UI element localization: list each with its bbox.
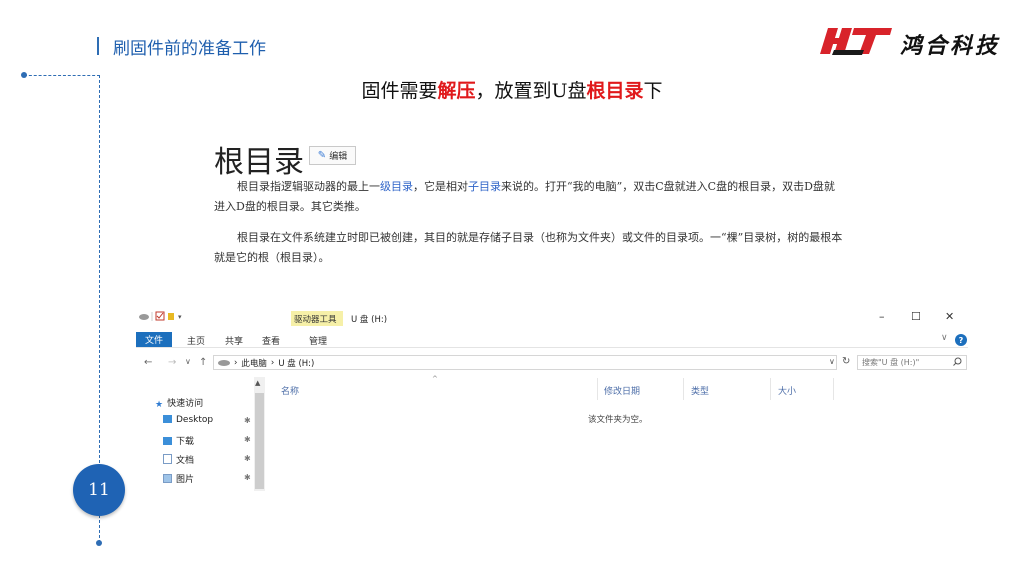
downloads-folder-icon xyxy=(163,437,172,445)
customize-toolbar-glyph: ▾ xyxy=(178,313,184,321)
tab-home[interactable]: 主页 xyxy=(187,334,205,347)
empty-folder-message: 该文件夹为空。 xyxy=(588,415,648,425)
minimize-button[interactable]: – xyxy=(879,310,885,323)
instruction-emphasis-root-dir: 根目录 xyxy=(586,80,644,102)
column-header-modified[interactable]: 修改日期 xyxy=(604,384,640,397)
file-explorer-window: ▾ 驱动器工具 U 盘 (H:) – ☐ ✕ 文件 主页 共享 查看 管理 ∨ … xyxy=(133,303,971,493)
documents-icon xyxy=(163,454,172,464)
quick-access-toolbar[interactable]: ▾ xyxy=(139,311,187,324)
column-separator[interactable] xyxy=(683,378,684,400)
address-separator: › xyxy=(270,357,275,368)
drive-icon xyxy=(218,359,230,366)
nav-label: 文档 xyxy=(176,456,195,466)
search-placeholder: 搜索"U 盘 (H:)" xyxy=(862,358,920,367)
instruction-text: 固件需要解压，放置到U盘根目录下 xyxy=(0,76,1024,103)
column-header-type[interactable]: 类型 xyxy=(691,384,709,397)
tab-share[interactable]: 共享 xyxy=(225,334,243,347)
link-level-directory[interactable]: 级目录 xyxy=(380,180,413,193)
search-icon xyxy=(953,357,962,366)
close-button[interactable]: ✕ xyxy=(945,310,954,323)
column-separator[interactable] xyxy=(833,378,834,400)
desktop-folder-icon xyxy=(163,415,172,423)
column-header-size[interactable]: 大小 xyxy=(778,384,796,397)
nav-pane-scrollbar[interactable]: ▲ xyxy=(254,377,265,491)
tab-view[interactable]: 查看 xyxy=(262,334,280,347)
paragraph-text: 根目录指逻辑驱动器的最上一 xyxy=(237,180,380,193)
edit-button[interactable]: ✎ 编辑 xyxy=(309,146,356,165)
address-separator: › xyxy=(234,357,238,368)
wiki-paragraph-1: 根目录指逻辑驱动器的最上一级目录，它是相对子目录来说的。打开“我的电脑”，双击C… xyxy=(214,177,844,217)
nav-label: 下载 xyxy=(176,437,195,447)
maximize-button[interactable]: ☐ xyxy=(911,310,921,323)
window-title: U 盘 (H:) xyxy=(351,315,388,325)
breadcrumb-this-pc[interactable]: 此电脑 xyxy=(241,357,267,369)
paragraph-text: ，它是相对 xyxy=(413,180,468,193)
column-separator[interactable] xyxy=(770,378,771,400)
pin-icon[interactable]: ✱ xyxy=(244,473,251,482)
tab-manage[interactable]: 管理 xyxy=(309,334,327,347)
logo-text: 鸿合科技 xyxy=(900,33,1001,59)
pin-icon[interactable]: ✱ xyxy=(244,416,251,425)
sort-caret-icon: ^ xyxy=(432,375,438,383)
scrollbar-thumb[interactable] xyxy=(255,393,264,489)
page-number-badge: 11 xyxy=(73,464,125,516)
instruction-part: ，放置到U盘 xyxy=(475,80,587,102)
address-bar[interactable]: › 此电脑 › U 盘 (H:) xyxy=(213,355,837,370)
instruction-part: 下 xyxy=(643,80,663,102)
timeline-end-dot xyxy=(96,540,102,546)
header-accent-bar xyxy=(97,37,99,55)
nav-label: 快速访问 xyxy=(167,399,204,409)
wiki-paragraph-2: 根目录在文件系统建立时即已被创建，其目的就是存储子目录（也称为文件夹）或文件的目… xyxy=(214,231,843,264)
wiki-heading: 根目录 xyxy=(214,145,304,180)
address-dropdown-icon[interactable]: ∨ xyxy=(829,357,835,366)
pencil-icon: ✎ xyxy=(317,150,327,161)
column-header-name[interactable]: 名称 xyxy=(281,384,299,397)
back-button[interactable]: ← xyxy=(144,357,152,368)
edit-button-label: 编辑 xyxy=(329,152,348,162)
up-button[interactable]: ↑ xyxy=(199,357,207,368)
ribbon-divider xyxy=(136,347,968,348)
instruction-part: 固件需要 xyxy=(361,80,438,102)
recent-locations-button[interactable]: ∨ xyxy=(185,357,191,366)
instruction-emphasis-extract: 解压 xyxy=(437,80,476,102)
help-icon[interactable]: ? xyxy=(955,334,967,346)
column-separator[interactable] xyxy=(597,378,598,400)
nav-pictures[interactable]: 图片 xyxy=(163,472,194,485)
quick-access-icons: ▾ xyxy=(139,311,184,321)
nav-desktop[interactable]: Desktop xyxy=(163,415,213,425)
refresh-icon[interactable]: ↻ xyxy=(842,356,850,367)
nav-documents[interactable]: 文档 xyxy=(163,453,194,466)
tab-file[interactable]: 文件 xyxy=(136,332,172,347)
pin-icon[interactable]: ✱ xyxy=(244,435,251,444)
pictures-icon xyxy=(163,474,172,483)
scroll-up-icon[interactable]: ▲ xyxy=(255,379,260,387)
search-input[interactable]: 搜索"U 盘 (H:)" xyxy=(857,355,967,370)
logo-mark-icon xyxy=(820,28,892,55)
expand-ribbon-icon[interactable]: ∨ xyxy=(941,333,948,343)
drive-tools-tab[interactable]: 驱动器工具 xyxy=(294,313,337,325)
nav-downloads[interactable]: 下载 xyxy=(163,434,194,447)
link-subdirectory[interactable]: 子目录 xyxy=(468,180,501,193)
breadcrumb-drive[interactable]: U 盘 (H:) xyxy=(278,357,314,369)
forward-button[interactable]: → xyxy=(168,357,176,368)
star-icon: ★ xyxy=(155,400,164,410)
company-logo: 鸿合科技 xyxy=(814,22,1009,64)
pin-icon[interactable]: ✱ xyxy=(244,454,251,463)
slide-title: 刷固件前的准备工作 xyxy=(113,39,266,59)
nav-quick-access[interactable]: ★ 快速访问 xyxy=(155,396,204,410)
nav-label: 图片 xyxy=(176,475,195,485)
nav-label: Desktop xyxy=(176,415,214,425)
